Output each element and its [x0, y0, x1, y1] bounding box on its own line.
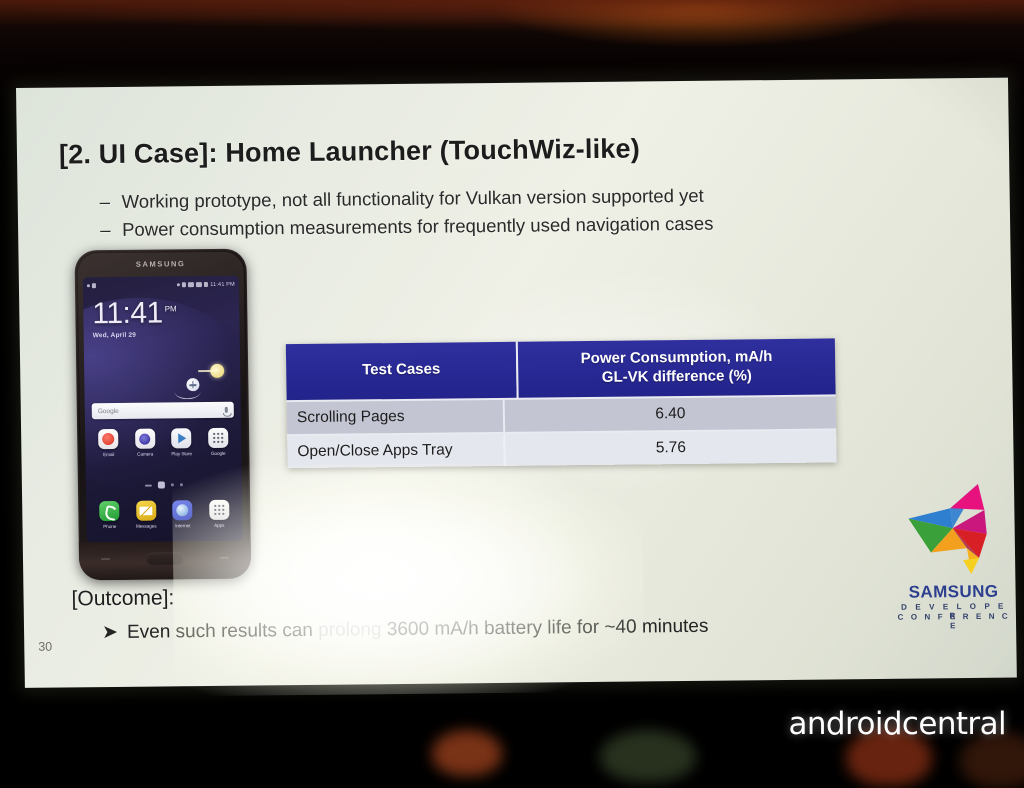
clock-date: Wed, April 29	[92, 331, 137, 340]
google-search-bar[interactable]: Google	[91, 401, 234, 420]
bullet-marker: –	[99, 191, 111, 213]
sdc-mark-svg	[908, 483, 987, 575]
cell-power-consumption: 6.40	[504, 395, 837, 432]
apps-grid-icon	[212, 503, 226, 516]
alarm-icon	[177, 283, 181, 287]
sdc-pinwheel-mark-icon	[900, 478, 1006, 583]
app-label: Messages	[135, 523, 157, 529]
results-table: Test Cases Power Consumption, mA/h GL-VK…	[285, 338, 837, 468]
home-screen-page-indicator	[86, 481, 242, 490]
sd-card-icon	[182, 282, 187, 288]
app-icon-phone[interactable]: Phone	[96, 500, 122, 530]
folder-grid-icon	[211, 431, 225, 444]
home-page-dot[interactable]	[157, 481, 165, 489]
audience-head	[432, 730, 502, 776]
page-dot[interactable]	[179, 483, 183, 487]
internet-icon[interactable]	[172, 500, 193, 521]
wifi-icon	[188, 282, 195, 288]
bullet-text: Working prototype, not all functionality…	[121, 184, 704, 212]
androidcentral-watermark: androidcentral	[788, 706, 1006, 742]
outcome-text-faded-value: prolong	[318, 619, 382, 641]
status-right-icons: 11:41 PM	[177, 281, 235, 288]
battery-icon	[204, 281, 209, 288]
outcome-text-start: Even such results can	[126, 619, 314, 643]
page-dot[interactable]	[170, 483, 174, 487]
phone-device-photo: SAMSUNG 11:41 PM 11:41 PM Wed, April 29 …	[74, 248, 252, 581]
outcome-text-obscured: prolong	[313, 619, 387, 641]
status-left-icons	[86, 283, 96, 289]
slide-page-number: 30	[38, 639, 53, 654]
logo-samsung-text: SAMSUNG	[908, 581, 999, 602]
phone-screen: 11:41 PM 11:41 PM Wed, April 29 Google E…	[82, 275, 243, 543]
slide-content: [2. UI Case]: Home Launcher (TouchWiz-li…	[16, 78, 1017, 688]
phone-bottom-bezel	[78, 540, 252, 581]
recents-key-icon[interactable]	[100, 558, 111, 561]
app-icon-internet[interactable]: Internet	[169, 500, 195, 528]
home-screen-app-row: Email Camera Play Store Google	[90, 427, 236, 458]
search-input[interactable]: Google	[98, 407, 119, 414]
bullet-text: Power consumption measurements for frequ…	[121, 212, 714, 240]
page-title: [2. UI Case]: Home Launcher (TouchWiz-li…	[58, 133, 641, 170]
clock-time-value: 11:41	[92, 296, 163, 331]
bullet-item: – Power consumption measurements for freq…	[100, 213, 714, 241]
table-row: Scrolling Pages 6.40	[286, 395, 837, 434]
projected-slide: [2. UI Case]: Home Launcher (TouchWiz-li…	[16, 77, 1017, 697]
email-icon[interactable]	[98, 428, 119, 450]
samsung-developer-conference-logo: SAMSUNG D E V E L O P E R C O N F E R E …	[894, 478, 1012, 635]
phone-status-bar: 11:41 PM	[86, 280, 235, 291]
table-row: Open/Close Apps Tray 5.76	[287, 429, 837, 468]
app-icon-play-store[interactable]: Play Store	[168, 428, 194, 456]
cell-test-case: Scrolling Pages	[286, 399, 506, 434]
app-label: Play Store	[171, 451, 193, 457]
app-label: Email	[103, 451, 115, 458]
app-icon-camera[interactable]: Camera	[132, 428, 158, 457]
apps-icon[interactable]	[208, 499, 230, 520]
column-header-power-consumption: Power Consumption, mA/h GL-VK difference…	[517, 338, 836, 398]
cell-test-case: Open/Close Apps Tray	[287, 433, 506, 468]
column-header-test-cases: Test Cases	[285, 341, 519, 400]
app-label: Apps	[214, 522, 225, 528]
messages-icon[interactable]	[135, 500, 157, 521]
notification-dot-icon	[86, 284, 90, 288]
app-icon-google[interactable]: Google	[205, 427, 231, 456]
sun-ray-icon	[198, 369, 219, 372]
bullet-item: – Working prototype, not all functionalit…	[100, 185, 704, 213]
outcome-heading: [Outcome]:	[71, 586, 175, 611]
audience-head	[600, 730, 696, 782]
app-label: Phone	[103, 523, 117, 530]
app-label: Google	[210, 450, 226, 456]
microphone-icon[interactable]	[224, 406, 228, 413]
home-screen-dock: Phone Messages Internet Apps	[91, 499, 237, 530]
outcome-text-end: 3600 mA/h battery life for ~40 minutes	[386, 615, 709, 641]
cell-power-consumption: 5.76	[505, 429, 837, 466]
auditorium-background: [2. UI Case]: Home Launcher (TouchWiz-li…	[0, 0, 1024, 788]
app-label: Camera	[137, 451, 154, 457]
lockscreen-clock-widget: 11:41 PM Wed, April 29	[92, 296, 177, 340]
notification-icon	[91, 283, 96, 289]
table-header-row: Test Cases Power Consumption, mA/h GL-VK…	[285, 338, 836, 400]
bullet-marker: –	[99, 219, 111, 241]
phone-earpiece-area: SAMSUNG	[85, 255, 237, 277]
status-bar-time: 11:41 PM	[210, 281, 235, 288]
camera-icon[interactable]	[134, 428, 156, 449]
arrow-bullet-icon: ➤	[101, 621, 119, 644]
google-folder-icon[interactable]	[207, 427, 229, 449]
app-label: Internet	[175, 523, 191, 529]
back-key-icon[interactable]	[219, 556, 230, 559]
app-icon-messages[interactable]: Messages	[133, 500, 159, 529]
column-header-line2: GL-VK difference (%)	[601, 367, 752, 386]
signal-icon	[196, 282, 203, 288]
clock-ampm: PM	[164, 304, 177, 314]
outcome-line: ➤ Even such results can prolong 3600 mA/h…	[102, 615, 709, 644]
clock-time: 11:41 PM	[92, 296, 177, 331]
page-dot[interactable]	[144, 484, 152, 487]
play-store-icon[interactable]	[171, 428, 192, 449]
logo-conference-text: C O N F E R E N C E	[897, 611, 1011, 631]
app-icon-email[interactable]: Email	[95, 428, 121, 458]
phone-icon[interactable]	[99, 500, 120, 522]
home-button[interactable]	[145, 552, 185, 566]
weather-widget	[174, 363, 226, 400]
phone-brand-label: SAMSUNG	[135, 259, 186, 269]
app-icon-apps[interactable]: Apps	[206, 499, 232, 528]
